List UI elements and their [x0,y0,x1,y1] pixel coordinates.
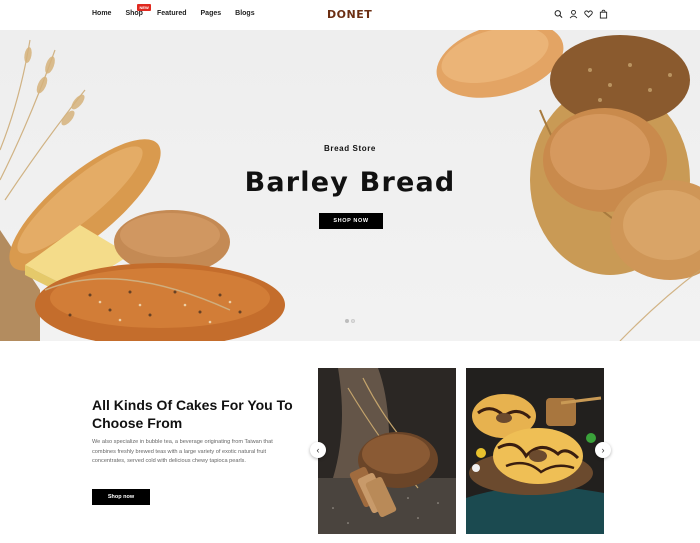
section-shop-now-button[interactable]: Shop now [92,489,150,505]
site-logo[interactable]: DONET [327,8,372,21]
hero-subtitle: Bread Store [324,144,376,153]
nav-featured[interactable]: Featured [157,10,187,17]
bag-icon[interactable] [599,9,608,19]
hero-banner: Bread Store Barley Bread SHOP NOW [0,30,700,341]
section-title: All Kinds Of Cakes For You To Choose Fro… [92,397,293,431]
slider-dot-1[interactable] [345,319,349,323]
site-header: Home Shop NEW Featured Pages Blogs DONET [0,0,700,30]
hero-title: Barley Bread [244,167,456,198]
nav-pages[interactable]: Pages [201,10,222,17]
bread-photo [318,368,456,534]
slider-dots [345,319,355,323]
user-icon[interactable] [569,9,578,19]
slider-dot-2[interactable] [351,319,355,323]
nav-home[interactable]: Home [92,10,111,17]
carousel-prev-button[interactable]: ‹ [310,442,326,458]
nav-shop-label: Shop [125,10,143,17]
carousel-next-button[interactable]: › [595,442,611,458]
section-description: We also specialize in bubble tea, a beve… [92,439,273,464]
shop-now-button[interactable]: SHOP NOW [319,213,383,229]
header-icons [554,9,608,19]
nav-shop[interactable]: Shop NEW [125,4,151,17]
product-card-donuts[interactable] [466,368,604,534]
new-badge: NEW [137,4,151,11]
nav-blogs[interactable]: Blogs [235,10,254,17]
product-card-bread[interactable] [318,368,456,534]
donuts-photo [466,368,604,534]
main-nav: Home Shop NEW Featured Pages Blogs [92,4,269,17]
search-icon[interactable] [554,9,563,19]
heart-icon[interactable] [584,9,593,19]
